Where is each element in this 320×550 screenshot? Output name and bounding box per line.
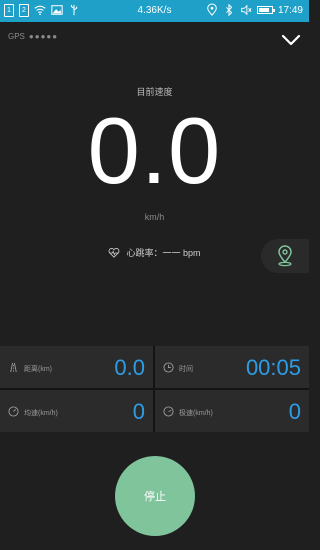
- map-button[interactable]: [261, 239, 309, 273]
- stats-grid: 距离(km) 0.0 时间 00:05 均速(km/h) 0 极速(km/h) …: [0, 346, 309, 432]
- gps-label: GPS: [8, 32, 25, 41]
- clock: 17:49: [277, 4, 303, 16]
- time-label: 时间: [179, 366, 193, 373]
- avg-speed-value: 0: [132, 399, 145, 424]
- distance-label: 距离(km): [24, 366, 52, 373]
- chevron-down-icon[interactable]: [281, 32, 301, 48]
- distance-cell: 距离(km) 0.0: [0, 346, 153, 388]
- max-speed-label: 极速(km/h): [179, 410, 213, 417]
- avg-speed-label: 均速(km/h): [24, 410, 58, 417]
- gps-signal: ●●●●●: [28, 32, 59, 41]
- bluetooth-icon: [226, 3, 233, 17]
- speedometer-icon: [8, 406, 19, 417]
- status-right-icons: 17:49: [206, 3, 303, 17]
- max-speed-value: 0: [288, 399, 301, 424]
- speed-value: 0.0: [87, 98, 222, 203]
- gps-indicator: GPS ●●●●●: [8, 32, 58, 41]
- speed-unit: km/h: [144, 212, 165, 222]
- time-cell: 时间 00:05: [155, 346, 309, 388]
- speedometer-icon: [163, 406, 174, 417]
- heart-rate-icon: [109, 247, 120, 258]
- road-icon: [10, 362, 17, 373]
- status-bar: 1 2 4.36K/s 17:49: [0, 0, 309, 22]
- speed-label: 目前速度: [136, 87, 173, 97]
- heart-rate-text: 心跳率：一一 bpm: [126, 248, 201, 258]
- battery-icon: [256, 6, 275, 14]
- map-pin-icon: [278, 245, 292, 267]
- mute-icon: [241, 4, 252, 16]
- location-icon: [207, 3, 217, 16]
- stop-button[interactable]: 停止: [115, 456, 195, 536]
- avg-speed-cell: 均速(km/h) 0: [0, 390, 153, 432]
- max-speed-cell: 极速(km/h) 0: [155, 390, 309, 432]
- clock-icon: [163, 362, 174, 373]
- time-value: 00:05: [245, 355, 301, 380]
- distance-value: 0.0: [114, 355, 145, 380]
